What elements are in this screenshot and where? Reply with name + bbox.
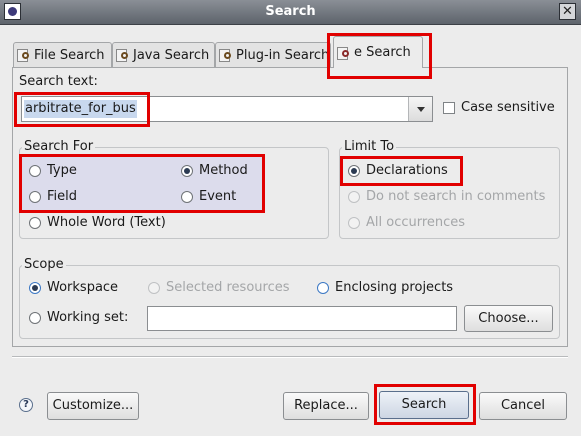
tab-java-search-label: Java Search: [133, 47, 210, 63]
customize-button[interactable]: Customize...: [47, 392, 139, 420]
selected-resources-label: Selected resources: [166, 280, 290, 295]
working-set-radio[interactable]: [29, 312, 41, 324]
search-button[interactable]: Search: [379, 391, 469, 419]
no-comments-label: Do not search in comments: [366, 189, 546, 204]
tab-file-search[interactable]: File Search: [13, 42, 112, 67]
working-set-field[interactable]: [147, 306, 457, 331]
chevron-down-icon[interactable]: [408, 97, 432, 121]
case-sensitive-checkbox[interactable]: [443, 102, 455, 114]
close-window-button[interactable]: ✕: [559, 3, 576, 20]
tab-plugin-search-label: Plug-in Search: [236, 47, 330, 63]
declarations-label[interactable]: Declarations: [366, 163, 448, 178]
selected-resources-radio: [148, 282, 160, 294]
search-for-title: Search For: [22, 139, 96, 154]
choose-button[interactable]: Choose...: [464, 305, 553, 332]
file-search-icon: [17, 48, 31, 62]
search-text-label: Search text:: [19, 74, 98, 89]
help-icon[interactable]: ?: [19, 398, 33, 412]
workspace-label[interactable]: Workspace: [47, 280, 118, 295]
type-radio[interactable]: [29, 165, 41, 177]
tab-java-search[interactable]: Java Search: [112, 42, 215, 67]
enclosing-projects-radio[interactable]: [317, 282, 329, 294]
plugin-search-icon: [219, 48, 233, 62]
search-text-combo[interactable]: arbitrate_for_bus: [21, 96, 433, 122]
tab-e-search[interactable]: e Search: [333, 36, 423, 68]
search-text-input[interactable]: arbitrate_for_bus: [24, 100, 137, 118]
case-sensitive-label[interactable]: Case sensitive: [461, 100, 555, 115]
event-radio[interactable]: [181, 191, 193, 203]
window-title: Search: [265, 4, 316, 19]
event-label[interactable]: Event: [199, 189, 236, 204]
field-radio[interactable]: [29, 191, 41, 203]
limit-to-title: Limit To: [342, 139, 397, 154]
type-label[interactable]: Type: [47, 163, 77, 178]
declarations-radio[interactable]: [348, 165, 360, 177]
field-label[interactable]: Field: [47, 189, 77, 204]
tab-file-search-label: File Search: [34, 47, 105, 63]
e-search-icon: [337, 46, 351, 60]
replace-button[interactable]: Replace...: [283, 392, 369, 420]
method-label[interactable]: Method: [199, 163, 248, 178]
cancel-button[interactable]: Cancel: [479, 392, 567, 420]
all-occurrences-radio: [348, 217, 360, 229]
title-bar: Search ✕: [0, 0, 581, 25]
tab-e-search-label: e Search: [354, 45, 411, 60]
tab-plugin-search[interactable]: Plug-in Search: [215, 42, 331, 67]
scope-title: Scope: [22, 257, 66, 272]
java-search-icon: [116, 48, 130, 62]
whole-word-radio[interactable]: [29, 217, 41, 229]
whole-word-label[interactable]: Whole Word (Text): [47, 215, 166, 230]
workspace-radio[interactable]: [29, 282, 41, 294]
no-comments-radio: [348, 191, 360, 203]
method-radio[interactable]: [181, 165, 193, 177]
working-set-label[interactable]: Working set:: [47, 310, 128, 325]
separator: [12, 356, 568, 358]
enclosing-projects-label[interactable]: Enclosing projects: [335, 280, 453, 295]
all-occurrences-label: All occurrences: [366, 215, 466, 230]
